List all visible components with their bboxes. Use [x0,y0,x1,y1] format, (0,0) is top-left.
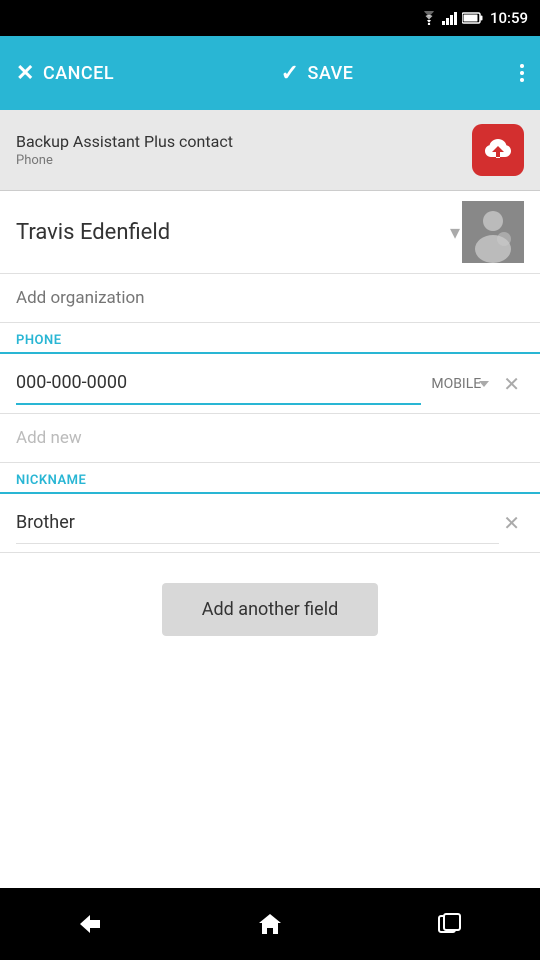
save-label: SAVE [308,63,354,84]
phone-input[interactable] [16,362,421,405]
status-time: 10:59 [490,9,528,27]
form-area: ▾ PHONE MOBILE ✕ Add new NICKNAME [0,191,540,888]
status-bar-right: 10:59 [420,9,528,27]
nickname-section-label: NICKNAME [0,463,540,494]
back-button[interactable] [60,894,120,954]
name-row: ▾ [0,191,540,274]
backup-header: Backup Assistant Plus contact Phone [0,110,540,191]
save-icon: ✓ [281,61,300,86]
clear-phone-button[interactable]: ✕ [499,368,524,400]
organization-input[interactable] [16,288,524,308]
avatar[interactable] [462,201,524,263]
clear-nickname-button[interactable]: ✕ [499,507,524,539]
status-bar: 10:59 [0,0,540,36]
phone-type-selector[interactable]: MOBILE [431,376,481,392]
nickname-row: ✕ [0,494,540,553]
battery-icon [462,12,484,24]
more-options-button[interactable] [520,53,524,93]
home-button[interactable] [240,894,300,954]
name-input[interactable] [16,212,462,253]
wifi-icon [420,11,438,25]
add-another-field-button[interactable]: Add another field [162,583,378,636]
backup-subtitle: Phone [16,153,233,168]
backup-icon [472,124,524,176]
name-dropdown-icon[interactable]: ▾ [450,220,460,244]
nickname-input[interactable] [16,502,499,544]
status-icons [420,11,484,25]
recents-icon [438,913,462,935]
nav-bar [0,888,540,960]
add-new-label: Add new [16,428,82,448]
home-icon [257,912,283,936]
cloud-upload-icon [481,135,515,165]
org-row[interactable] [0,274,540,323]
recents-button[interactable] [420,894,480,954]
avatar-image [462,201,524,263]
signal-icon [442,11,458,25]
phone-row: MOBILE ✕ [0,354,540,414]
backup-title: Backup Assistant Plus contact [16,132,233,151]
cancel-icon: ✕ [16,61,35,86]
add-new-row[interactable]: Add new [0,414,540,463]
cancel-button[interactable]: ✕ CANCEL [16,61,114,86]
action-bar: ✕ CANCEL ✓ SAVE [0,36,540,110]
phone-section-label: PHONE [0,323,540,354]
back-icon [76,913,104,935]
cancel-label: CANCEL [43,63,114,84]
save-button[interactable]: ✓ SAVE [281,61,354,86]
backup-text: Backup Assistant Plus contact Phone [16,132,233,168]
